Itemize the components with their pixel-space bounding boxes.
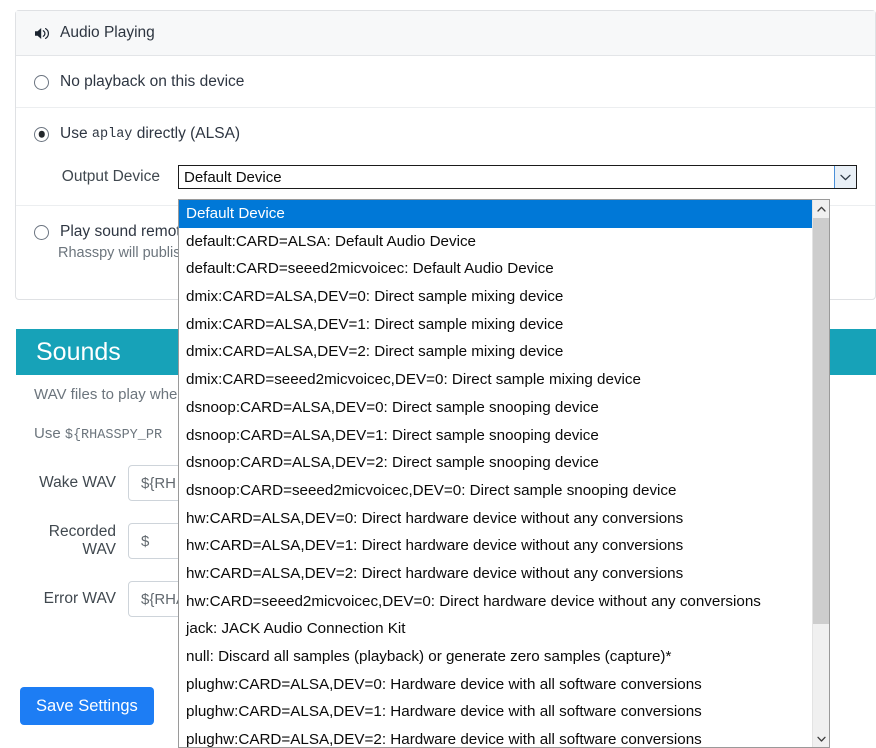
wav-label-recorded: Recorded WAV <box>48 523 116 558</box>
radio-label-aplay-pre: Use <box>60 125 88 142</box>
dropdown-option[interactable]: Default Device <box>179 200 812 228</box>
wav-input-recorded-value: $ <box>141 532 150 550</box>
save-settings-button[interactable]: Save Settings <box>20 687 154 725</box>
radio-no-playback[interactable] <box>34 74 49 90</box>
dropdown-option[interactable]: default:CARD=seeed2micvoicec: Default Au… <box>179 255 812 284</box>
dropdown-scrollbar[interactable] <box>812 200 829 747</box>
output-device-option-list[interactable]: Default Device default:CARD=ALSA: Default… <box>179 200 812 747</box>
dropdown-option[interactable]: default:CARD=ALSA: Default Audio Device <box>179 227 812 256</box>
radio-remote[interactable] <box>34 224 49 240</box>
dropdown-option[interactable]: dsnoop:CARD=ALSA,DEV=1: Direct sample sn… <box>179 421 812 450</box>
dropdown-option[interactable]: plughw:CARD=ALSA,DEV=1: Hardware device … <box>179 698 812 727</box>
radio-aplay[interactable] <box>34 126 49 142</box>
dropdown-option[interactable]: dmix:CARD=ALSA,DEV=2: Direct sample mixi… <box>179 338 812 367</box>
radio-label-aplay-post: directly (ALSA) <box>136 125 241 142</box>
dropdown-option[interactable]: dsnoop:CARD=ALSA,DEV=0: Direct sample sn… <box>179 393 812 422</box>
dropdown-option[interactable]: hw:CARD=ALSA,DEV=0: Direct hardware devi… <box>179 504 812 533</box>
dropdown-scrollbar-thumb[interactable] <box>813 218 829 624</box>
output-device-select[interactable]: Default Device <box>178 165 857 189</box>
dropdown-option[interactable]: hw:CARD=ALSA,DEV=2: Direct hardware devi… <box>179 559 812 588</box>
dropdown-option[interactable]: dsnoop:CARD=seeed2micvoicec,DEV=0: Direc… <box>179 476 812 505</box>
output-device-select-wrap: Default Device <box>178 165 857 189</box>
dropdown-option[interactable]: dmix:CARD=ALSA,DEV=1: Direct sample mixi… <box>179 310 812 339</box>
scroll-down-arrow-icon[interactable] <box>813 730 829 747</box>
scroll-up-arrow-icon[interactable] <box>813 200 829 217</box>
dropdown-option[interactable]: dsnoop:CARD=ALSA,DEV=2: Direct sample sn… <box>179 449 812 477</box>
radio-line-aplay[interactable]: Use aplay directly (ALSA) <box>34 125 857 143</box>
dropdown-option[interactable]: null: Discard all samples (playback) or … <box>179 643 812 671</box>
dropdown-option[interactable]: jack: JACK Audio Connection Kit <box>179 615 812 643</box>
dropdown-option[interactable]: dmix:CARD=seeed2micvoicec,DEV=0: Direct … <box>179 366 812 394</box>
output-device-label: Output Device <box>61 168 160 185</box>
chevron-down-icon[interactable] <box>834 166 856 188</box>
page-root: Audio Playing No playback on this device… <box>0 0 876 748</box>
option-row-aplay[interactable]: Use aplay directly (ALSA) Output Device … <box>16 108 875 206</box>
dropdown-option[interactable]: plughw:CARD=ALSA,DEV=0: Hardware device … <box>179 670 812 699</box>
output-device-dropdown-popup[interactable]: Default Device default:CARD=ALSA: Default… <box>178 199 830 748</box>
wav-label-wake: Wake WAV <box>39 474 116 491</box>
radio-label-no-playback: No playback on this device <box>60 73 245 90</box>
option-row-no-playback[interactable]: No playback on this device <box>16 56 875 108</box>
wav-label-error: Error WAV <box>43 590 116 607</box>
radio-label-aplay-code: aplay <box>91 126 133 142</box>
speaker-volume-icon <box>34 26 51 41</box>
dropdown-option[interactable]: hw:CARD=seeed2micvoicec,DEV=0: Direct ha… <box>179 587 812 616</box>
radio-line-no-playback[interactable]: No playback on this device <box>34 73 857 91</box>
sounds-usage-code: ${RHASSPY_PR <box>64 428 163 443</box>
output-device-field-row: Output Device Default Device <box>50 165 857 189</box>
dropdown-option[interactable]: hw:CARD=ALSA,DEV=1: Direct hardware devi… <box>179 532 812 560</box>
dropdown-option[interactable]: plughw:CARD=ALSA,DEV=2: Hardware device … <box>179 726 812 747</box>
wav-input-wake-value: ${RH <box>141 474 177 492</box>
sounds-usage-pre: Use <box>34 425 61 442</box>
output-device-selected-value: Default Device <box>184 168 282 186</box>
card-header: Audio Playing <box>16 11 875 56</box>
card-header-title: Audio Playing <box>60 24 155 41</box>
dropdown-option[interactable]: dmix:CARD=ALSA,DEV=0: Direct sample mixi… <box>179 283 812 311</box>
sounds-heading-text: Sounds <box>36 337 121 366</box>
